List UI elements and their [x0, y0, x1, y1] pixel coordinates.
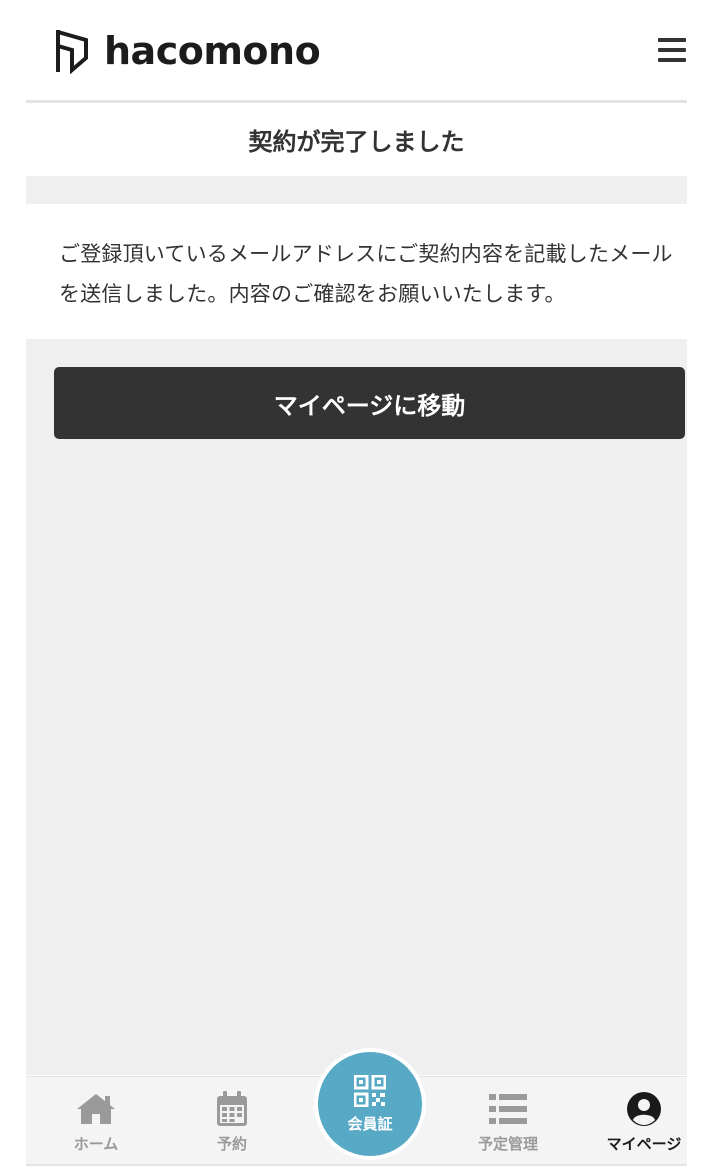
- member-card-button[interactable]: 会員証: [318, 1052, 422, 1156]
- app-header: hacomono: [0, 0, 705, 100]
- page-title: 契約が完了しました: [248, 128, 465, 156]
- hacomono-logo[interactable]: hacomono: [52, 28, 321, 74]
- message-box: ご登録頂いているメールアドレスにご契約内容を記載したメールを送信しました。内容の…: [26, 204, 687, 339]
- logo-mark-icon: [56, 30, 88, 74]
- completion-message: ご登録頂いているメールアドレスにご契約内容を記載したメールを送信しました。内容の…: [59, 242, 673, 306]
- qr-code-icon: [354, 1074, 386, 1107]
- nav-label-reservation: 予約: [216, 1135, 247, 1153]
- nav-item-home[interactable]: ホーム: [30, 1077, 162, 1165]
- content-area: 契約が完了しました ご登録頂いているメールアドレスにご契約内容を記載したメールを…: [26, 100, 687, 1075]
- title-bar: 契約が完了しました: [26, 103, 687, 176]
- list-icon: [489, 1094, 527, 1124]
- home-icon: [77, 1094, 115, 1124]
- nav-label-mypage: マイページ: [606, 1135, 682, 1153]
- user-circle-icon: [627, 1092, 661, 1126]
- nav-item-schedule[interactable]: 予定管理: [442, 1077, 574, 1165]
- go-to-mypage-button[interactable]: マイページに移動: [54, 367, 685, 439]
- member-card-label: 会員証: [347, 1114, 393, 1133]
- nav-label-schedule: 予定管理: [477, 1135, 538, 1153]
- hamburger-menu-icon[interactable]: [656, 36, 688, 64]
- nav-label-home: ホーム: [73, 1135, 119, 1153]
- calendar-icon: [217, 1091, 247, 1126]
- logo-text: hacomono: [104, 29, 321, 73]
- nav-item-reservation[interactable]: 予約: [166, 1077, 298, 1165]
- nav-item-mypage[interactable]: マイページ: [578, 1077, 705, 1165]
